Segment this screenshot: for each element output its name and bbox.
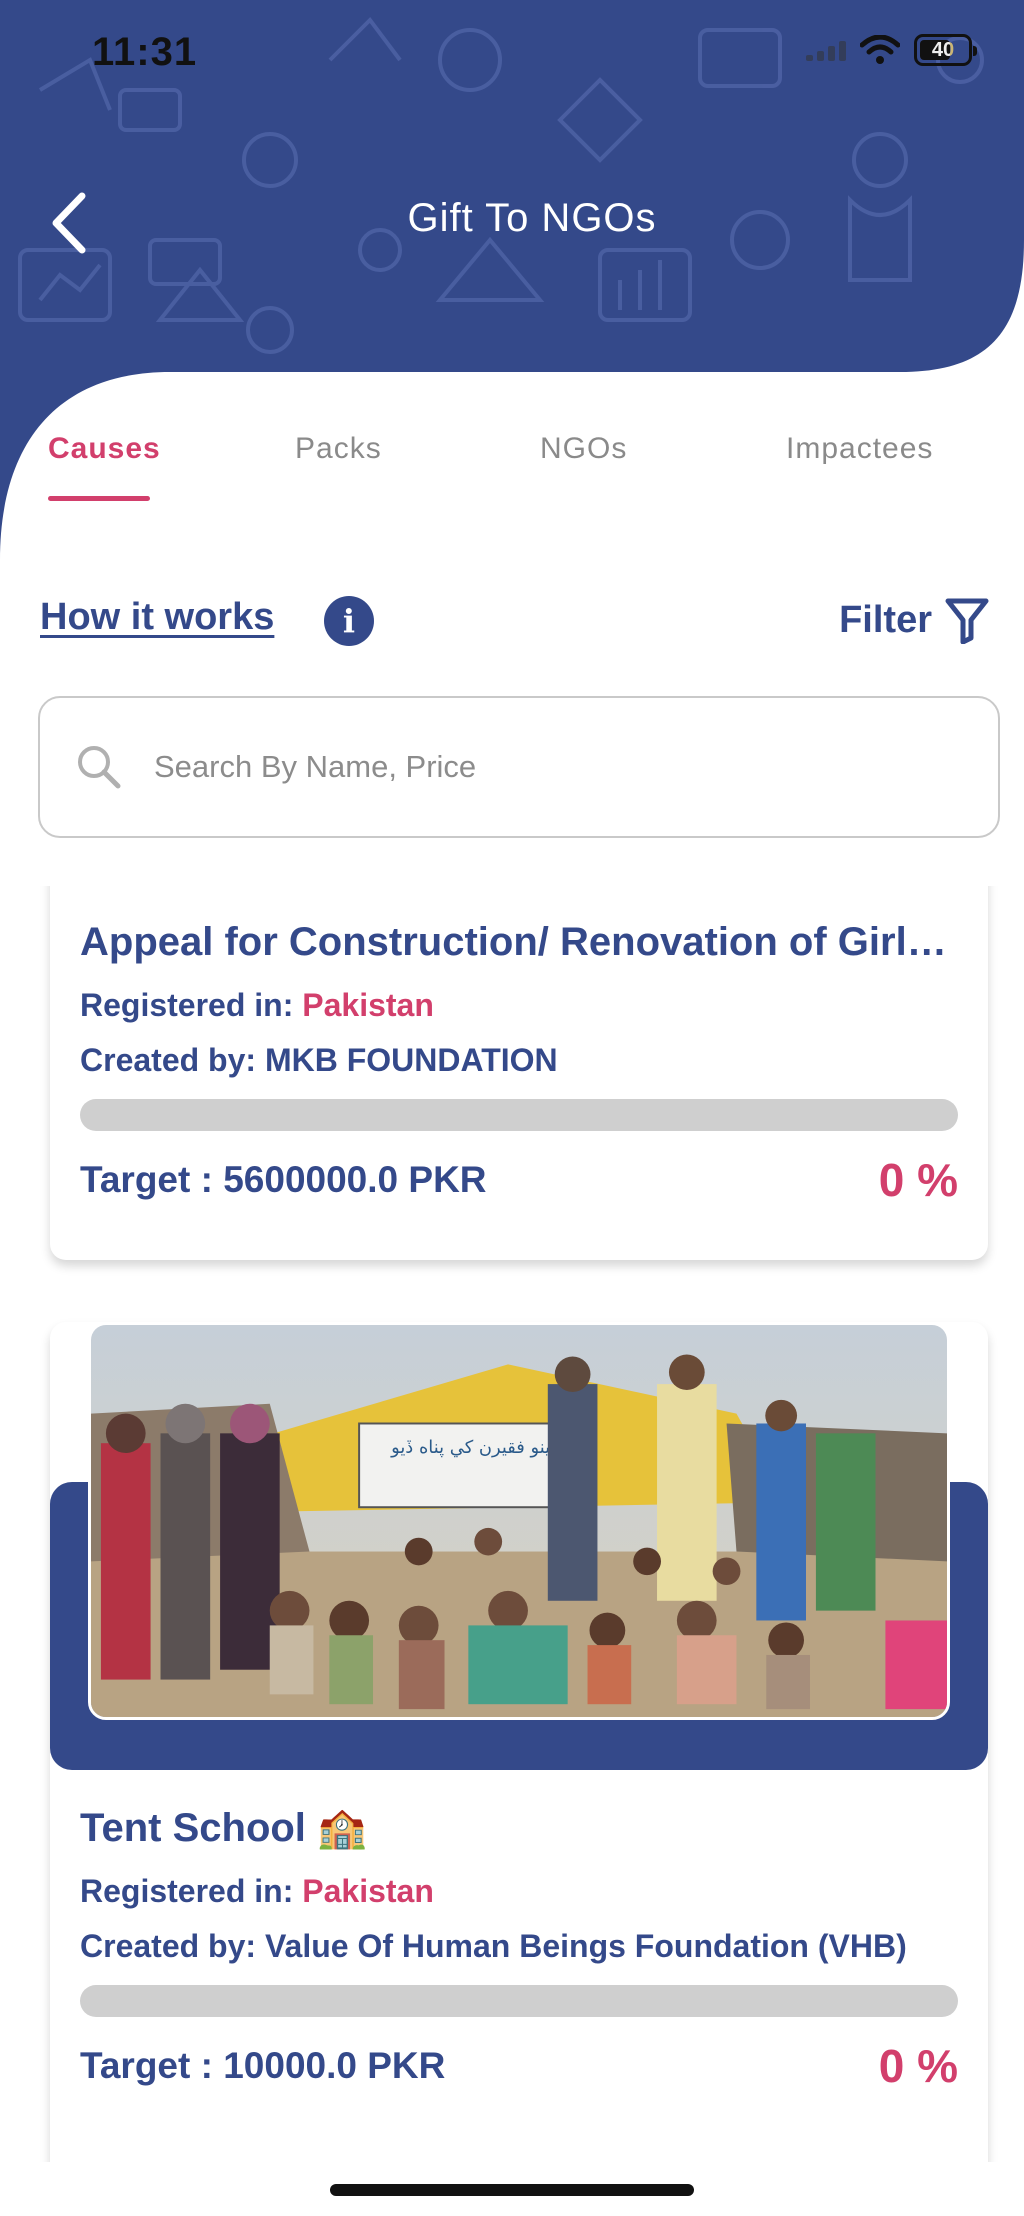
filter-label: Filter <box>839 598 932 641</box>
cause-country: Pakistan <box>302 987 434 1023</box>
tab-packs[interactable]: Packs <box>295 432 382 466</box>
cause-photo: پينو فقيرن کي پناه ڏيو <box>88 1322 950 1720</box>
active-tab-indicator <box>48 496 150 501</box>
target-row: Target : 5600000.0 PKR 0 % <box>80 1153 958 1207</box>
registered-label: Registered in: <box>80 1873 303 1909</box>
target-amount: Target : 10000.0 PKR <box>80 2045 446 2086</box>
tab-bar: Causes Packs NGOs Impactees <box>0 432 1024 502</box>
progress-bar <box>80 1099 958 1131</box>
banner-text: پينو فقيرن کي پناه ڏيو <box>390 1437 555 1458</box>
status-time: 11:31 <box>92 30 198 74</box>
search-input[interactable] <box>154 749 934 785</box>
search-box <box>38 696 1000 838</box>
registered-in: Registered in: Pakistan <box>80 1873 958 1910</box>
registered-label: Registered in: <box>80 987 303 1023</box>
cause-title: Tent School 🏫 <box>80 1806 367 1850</box>
target-amount: Target : 5600000.0 PKR <box>80 1159 487 1200</box>
progress-percent: 0 % <box>878 1154 958 1206</box>
created-by: Created by: Value Of Human Beings Founda… <box>80 1928 907 1964</box>
how-it-works-link[interactable]: How it works <box>40 596 274 639</box>
cause-card[interactable]: پينو فقيرن کي پناه ڏيو Tent School 🏫 Reg… <box>50 1322 988 2162</box>
cellular-signal-icon <box>806 39 846 61</box>
cause-country: Pakistan <box>302 1873 434 1909</box>
causes-list[interactable]: Appeal for Construction/ Renovation of G… <box>0 886 1024 2162</box>
battery-icon: 40 <box>914 34 977 66</box>
filter-button[interactable]: Filter <box>839 596 990 644</box>
registered-in: Registered in: Pakistan <box>80 987 958 1024</box>
wifi-icon <box>860 35 900 64</box>
cause-title: Appeal for Construction/ Renovation of G… <box>80 920 958 964</box>
cause-card[interactable]: Appeal for Construction/ Renovation of G… <box>50 886 988 1260</box>
created-by: Created by: MKB FOUNDATION <box>80 1042 558 1078</box>
battery-level: 40 <box>931 38 955 61</box>
filter-funnel-icon <box>945 598 989 644</box>
progress-bar <box>80 1985 958 2017</box>
target-row: Target : 10000.0 PKR 0 % <box>80 2039 958 2093</box>
search-icon <box>78 746 121 789</box>
tab-impactees[interactable]: Impactees <box>786 432 933 466</box>
page-title: Gift To NGOs <box>407 196 657 240</box>
progress-percent: 0 % <box>878 2040 958 2092</box>
info-icon[interactable]: i <box>324 596 374 646</box>
home-indicator <box>330 2184 694 2196</box>
tab-causes[interactable]: Causes <box>48 432 161 466</box>
cause-image-area: پينو فقيرن کي پناه ڏيو <box>50 1322 988 1770</box>
status-icons: 40 <box>806 34 977 66</box>
tab-ngos[interactable]: NGOs <box>540 432 627 466</box>
